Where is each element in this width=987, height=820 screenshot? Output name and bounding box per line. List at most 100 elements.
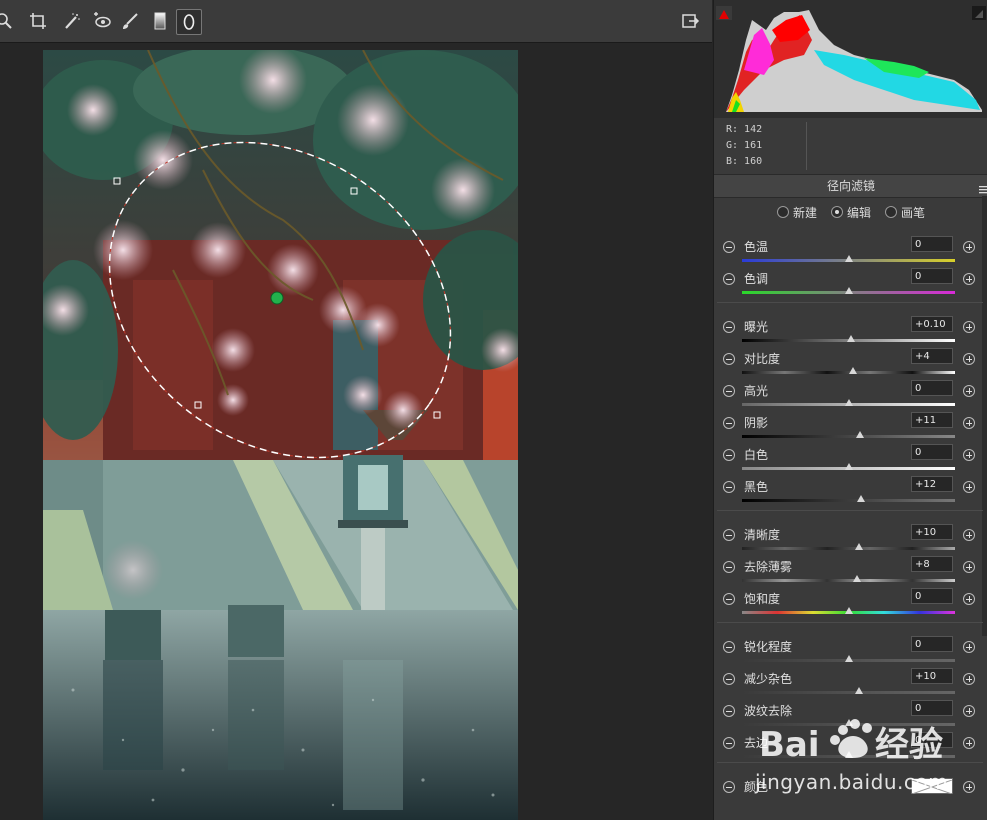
slider-value-field[interactable]: +4 — [911, 348, 953, 364]
decrease-icon[interactable] — [723, 593, 735, 605]
increase-icon[interactable] — [963, 385, 975, 397]
slider-thumb[interactable] — [846, 335, 855, 342]
slider-row: 色调 0 — [714, 266, 975, 298]
decrease-icon[interactable] — [723, 529, 735, 541]
increase-icon[interactable] — [963, 417, 975, 429]
increase-icon[interactable] — [963, 673, 975, 685]
color-minus-icon[interactable] — [723, 781, 735, 793]
slider-value-field[interactable]: +10 — [911, 524, 953, 540]
slider-row: 色温 0 — [714, 234, 975, 266]
slider-track[interactable] — [742, 499, 955, 502]
panel-menu-icon[interactable] — [978, 180, 987, 194]
svg-text:经验: 经验 — [875, 725, 943, 765]
slider-label: 去除薄雾 — [744, 560, 793, 574]
increase-icon[interactable] — [963, 481, 975, 493]
increase-icon[interactable] — [963, 529, 975, 541]
panel-title: 径向滤镜 — [714, 174, 987, 198]
radial-filter-icon[interactable] — [176, 9, 202, 35]
slider-thumb[interactable] — [844, 399, 853, 406]
slider-value-field[interactable]: +10 — [911, 668, 953, 684]
shadow-clip-warning-icon[interactable] — [716, 6, 732, 20]
svg-text:Bai: Bai — [759, 725, 820, 765]
panel-scrollbar[interactable] — [982, 196, 987, 636]
decrease-icon[interactable] — [723, 641, 735, 653]
increase-icon[interactable] — [963, 449, 975, 461]
section-divider — [717, 510, 983, 511]
zoom-icon[interactable] — [0, 9, 16, 33]
decrease-icon[interactable] — [723, 241, 735, 253]
slider-value-field[interactable]: 0 — [911, 444, 953, 460]
slider-label: 饱和度 — [744, 592, 781, 606]
watermark: Bai 经验 jingyan.baidu.com — [755, 712, 985, 802]
slider-thumb[interactable] — [855, 543, 864, 550]
slider-value-field[interactable]: +11 — [911, 412, 953, 428]
slider-value-field[interactable]: 0 — [911, 268, 953, 284]
slider-thumb[interactable] — [857, 495, 866, 502]
mode-brush[interactable]: 画笔 — [885, 204, 925, 221]
slider-row: 白色 0 — [714, 442, 975, 474]
decrease-icon[interactable] — [723, 561, 735, 573]
decrease-icon[interactable] — [723, 673, 735, 685]
slider-value-field[interactable]: 0 — [911, 236, 953, 252]
slider-thumb[interactable] — [853, 575, 862, 582]
toolbar — [0, 0, 712, 43]
slider-label: 清晰度 — [744, 528, 781, 542]
slider-value-field[interactable]: +12 — [911, 476, 953, 492]
slider-thumb[interactable] — [844, 655, 853, 662]
increase-icon[interactable] — [963, 641, 975, 653]
slider-track[interactable] — [742, 691, 955, 694]
mode-new-label: 新建 — [792, 205, 817, 220]
slider-track[interactable] — [742, 547, 955, 550]
decrease-icon[interactable] — [723, 417, 735, 429]
decrease-icon[interactable] — [723, 737, 735, 749]
red-eye-icon[interactable] — [90, 9, 114, 33]
decrease-icon[interactable] — [723, 353, 735, 365]
slider-thumb[interactable] — [848, 367, 857, 374]
increase-icon[interactable] — [963, 241, 975, 253]
radio-new[interactable] — [776, 206, 789, 218]
slider-value-field[interactable]: 0 — [911, 588, 953, 604]
radio-brush[interactable] — [885, 206, 897, 218]
spot-removal-icon[interactable] — [60, 9, 84, 33]
slider-thumb[interactable] — [844, 463, 853, 470]
highlight-clip-warning-icon[interactable] — [972, 6, 986, 20]
export-icon[interactable] — [678, 9, 702, 33]
slider-thumb[interactable] — [844, 287, 853, 294]
slider-label: 对比度 — [744, 352, 781, 366]
decrease-icon[interactable] — [723, 449, 735, 461]
radio-edit[interactable] — [830, 206, 843, 218]
slider-track[interactable] — [742, 579, 955, 582]
slider-row: 清晰度 +10 — [714, 522, 975, 554]
decrease-icon[interactable] — [723, 385, 735, 397]
slider-label: 高光 — [744, 384, 769, 398]
slider-thumb[interactable] — [856, 431, 865, 438]
increase-icon[interactable] — [963, 561, 975, 573]
increase-icon[interactable] — [963, 593, 975, 605]
slider-thumb[interactable] — [844, 607, 853, 614]
slider-value-field[interactable]: +0.10 — [911, 316, 953, 332]
slider-track[interactable] — [742, 435, 955, 438]
increase-icon[interactable] — [963, 321, 975, 333]
slider-value-field[interactable]: 0 — [911, 380, 953, 396]
decrease-icon[interactable] — [723, 321, 735, 333]
adjustment-brush-icon[interactable] — [118, 9, 142, 33]
slider-value-field[interactable]: 0 — [911, 636, 953, 652]
photo-preview[interactable] — [43, 50, 518, 820]
increase-icon[interactable] — [963, 273, 975, 285]
graduated-filter-icon[interactable] — [148, 9, 172, 33]
decrease-icon[interactable] — [723, 273, 735, 285]
slider-thumb[interactable] — [855, 687, 864, 694]
readout-b: B: 160 — [726, 156, 763, 167]
decrease-icon[interactable] — [723, 481, 735, 493]
decrease-icon[interactable] — [723, 705, 735, 717]
section-divider — [717, 622, 983, 623]
increase-icon[interactable] — [963, 353, 975, 365]
histogram — [714, 0, 987, 118]
slider-thumb[interactable] — [844, 255, 853, 262]
mode-new[interactable]: 新建 — [776, 204, 817, 221]
crop-icon[interactable] — [26, 9, 50, 33]
mode-edit[interactable]: 编辑 — [830, 204, 871, 221]
slider-value-field[interactable]: +8 — [911, 556, 953, 572]
slider-label: 色调 — [744, 272, 769, 286]
slider-row: 对比度 +4 — [714, 346, 975, 378]
